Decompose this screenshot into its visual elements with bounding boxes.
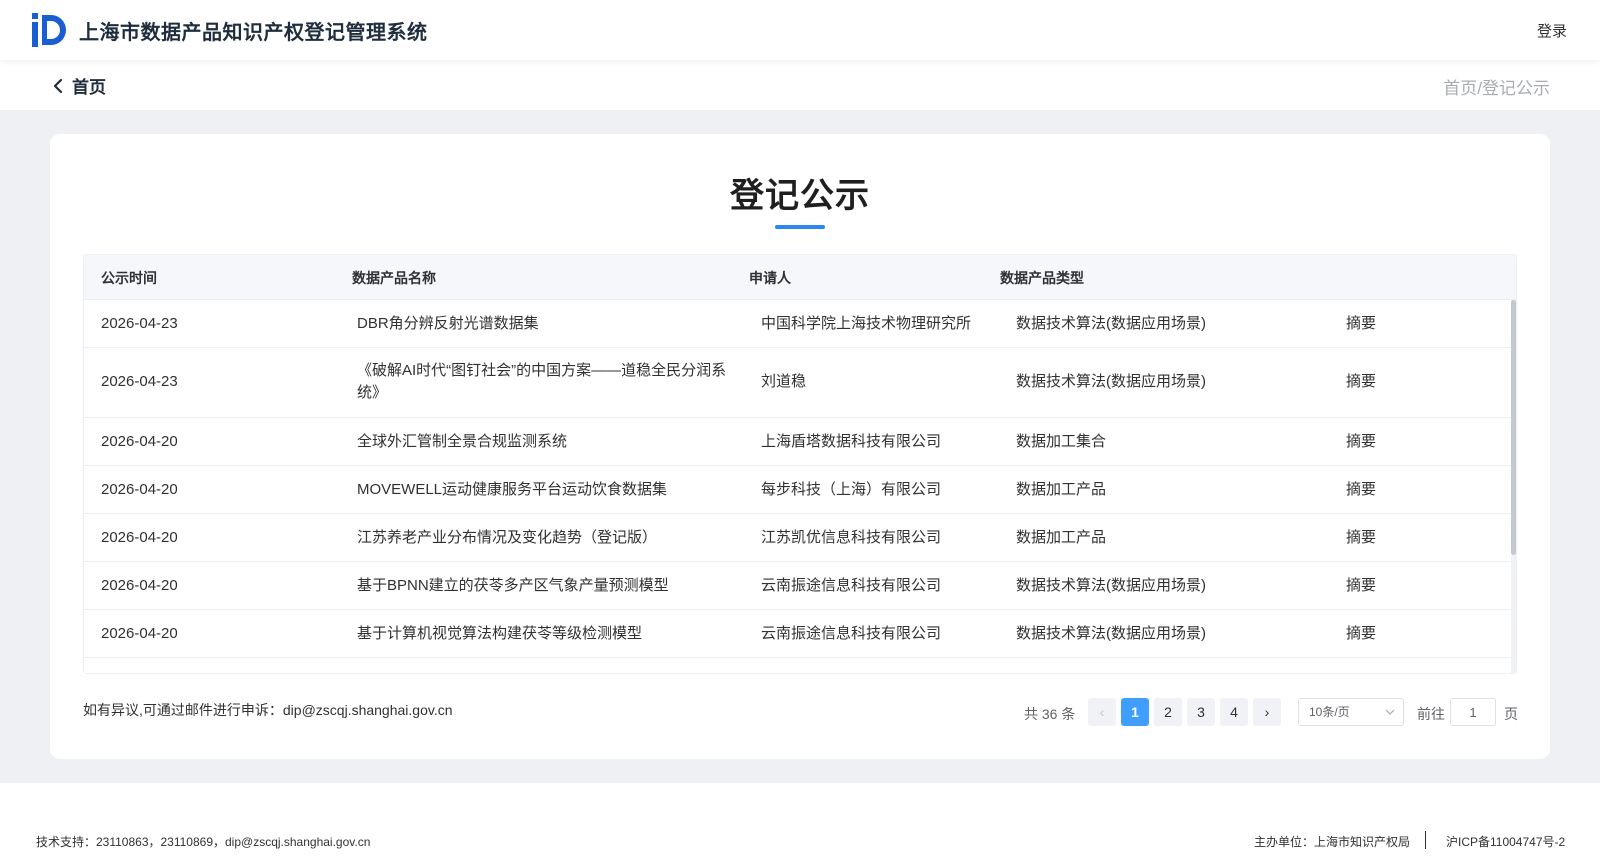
next-page-button[interactable]: › [1253,698,1281,726]
cell-product-name: 全球外汇管制全景合规监测系统 [357,433,568,450]
table-body: 2026-04-23 DBR角分辨反射光谱数据集 中国科学院上海技术物理研究所 … [84,300,1516,673]
summary-link[interactable]: 摘要 [1346,575,1376,597]
table-row: 2026-04-20 MOVEWELL运动健康服务平台运动饮食数据集 每步科技（… [84,466,1511,514]
sub-nav-bar: 首页 首页/登记公示 [0,60,1600,110]
table-scrollbar-thumb[interactable] [1511,300,1516,555]
cell-product-name: 江苏养老产业分布情况及变化趋势（登记版） [357,529,658,546]
summary-link[interactable]: 摘要 [1346,479,1376,501]
cell-date: 2026-04-20 [101,481,178,498]
cell-date: 2026-04-23 [101,315,178,332]
back-label: 首页 [72,78,106,97]
tech-support-text: 技术支持：23110863，23110869，dip@zscqj.shangha… [36,835,371,849]
summary-link[interactable]: 摘要 [1346,623,1376,645]
cell-date: 2026-04-20 [101,577,178,594]
table-row: 2026-04-20 江苏养老产业分布情况及变化趋势（登记版） 江苏凯优信息科技… [84,514,1511,562]
table-row: 2026-04-20 全球外汇管制全景合规监测系统 上海盾塔数据科技有限公司 数… [84,418,1511,466]
cell-product-name: 基于BPNN建立的茯苓多产区气象产量预测模型 [357,577,669,594]
cell-product-type: 数据加工产品 [1016,481,1107,498]
page-1-button[interactable]: 1 [1121,698,1149,726]
chevron-left-icon [53,78,63,93]
breadcrumb: 首页/登记公示 [1443,79,1550,98]
cell-product-type: 数据技术算法(数据应用场景) [1016,373,1206,390]
column-header-applicant: 申请人 [749,270,791,286]
cell-product-type: 数据加工产品 [1016,529,1107,546]
cell-applicant: 每步科技（上海）有限公司 [761,481,942,498]
cell-applicant: 上海盾塔数据科技有限公司 [761,433,942,450]
cell-product-name: DBR角分辨反射光谱数据集 [357,315,539,332]
complaint-notice: 如有异议,可通过邮件进行申诉：dip@zscqj.shanghai.gov.cn [83,702,453,718]
cell-date: 2026-04-20 [101,529,178,546]
page-unit-label: 页 [1504,706,1518,722]
table-row: 2026-04-23 DBR角分辨反射光谱数据集 中国科学院上海技术物理研究所 … [84,300,1511,348]
cell-product-name: MOVEWELL运动健康服务平台运动饮食数据集 [357,481,668,498]
host-unit-text: 主办单位：上海市知识产权局 [1254,835,1411,849]
summary-link[interactable]: 摘要 [1346,431,1376,453]
total-count: 共 36 条 [1024,706,1076,722]
cell-applicant: 中国科学院上海技术物理研究所 [761,315,972,332]
page-title: 登记公示 [730,177,870,215]
table-header: 公示时间 数据产品名称 申请人 数据产品类型 [84,255,1516,300]
cell-product-type: 数据加工集合 [1016,433,1107,450]
cell-applicant: 刘道稳 [761,373,807,390]
cell-date: 2026-04-20 [101,433,178,450]
footer-divider [1425,831,1426,849]
column-header-product-type: 数据产品类型 [1000,270,1084,286]
cell-applicant: 云南振途信息科技有限公司 [761,625,942,642]
cell-product-type: 数据技术算法(数据应用场景) [1016,625,1206,642]
back-home-link[interactable]: 首页 [52,73,106,98]
summary-link[interactable]: 摘要 [1346,313,1376,335]
summary-link[interactable]: 摘要 [1346,527,1376,549]
cell-date: 2026-04-23 [101,373,178,390]
cell-applicant: 江苏凯优信息科技有限公司 [761,529,942,546]
title-underline [775,225,825,229]
cell-product-name: 基于计算机视觉算法构建茯苓等级检测模型 [357,625,643,642]
main-card: 登记公示 公示时间 数据产品名称 申请人 数据产品类型 2026-04-23 D… [50,134,1550,759]
page-2-button[interactable]: 2 [1154,698,1182,726]
page-3-button[interactable]: 3 [1187,698,1215,726]
prev-page-button[interactable]: ‹ [1088,698,1116,726]
footer: 技术支持：23110863，23110869，dip@zscqj.shangha… [0,783,1600,861]
icp-number[interactable]: 沪ICP备11004747号-2 [1446,833,1565,850]
cell-applicant: 云南振途信息科技有限公司 [761,577,942,594]
table-row: 2026-04-20 基于计算机视觉算法构建茯苓等级检测模型 云南振途信息科技有… [84,610,1511,658]
page-4-button[interactable]: 4 [1220,698,1248,726]
column-header-product-name: 数据产品名称 [352,270,436,286]
cell-product-type: 数据技术算法(数据应用场景) [1016,577,1206,594]
goto-label: 前往 [1417,706,1445,722]
page-size-select[interactable]: 10条/页 [1298,698,1404,726]
announcement-table: 公示时间 数据产品名称 申请人 数据产品类型 2026-04-23 DBR角分辨… [83,254,1517,674]
column-header-date: 公示时间 [101,270,157,286]
top-bar: 上海市数据产品知识产权登记管理系统 登录 [0,0,1600,60]
table-row: 2026-04-20 基于BPNN建立的茯苓多产区气象产量预测模型 云南振途信息… [84,562,1511,610]
goto-page-input[interactable] [1450,698,1496,726]
summary-link[interactable]: 摘要 [1346,371,1376,393]
cell-date: 2026-04-20 [101,625,178,642]
table-row: 2026-04-23 《破解AI时代“图钉社会”的中国方案——道稳全民分润系统》… [84,348,1511,418]
page-size-value: 10条/页 [1309,705,1350,719]
login-link[interactable]: 登录 [1537,20,1567,41]
chevron-down-icon [1385,709,1395,715]
cell-product-name: 《破解AI时代“图钉社会”的中国方案——道稳全民分润系统》 [357,362,727,401]
cell-product-type: 数据技术算法(数据应用场景) [1016,315,1206,332]
logo-icon [32,13,66,47]
system-title: 上海市数据产品知识产权登记管理系统 [79,22,428,44]
